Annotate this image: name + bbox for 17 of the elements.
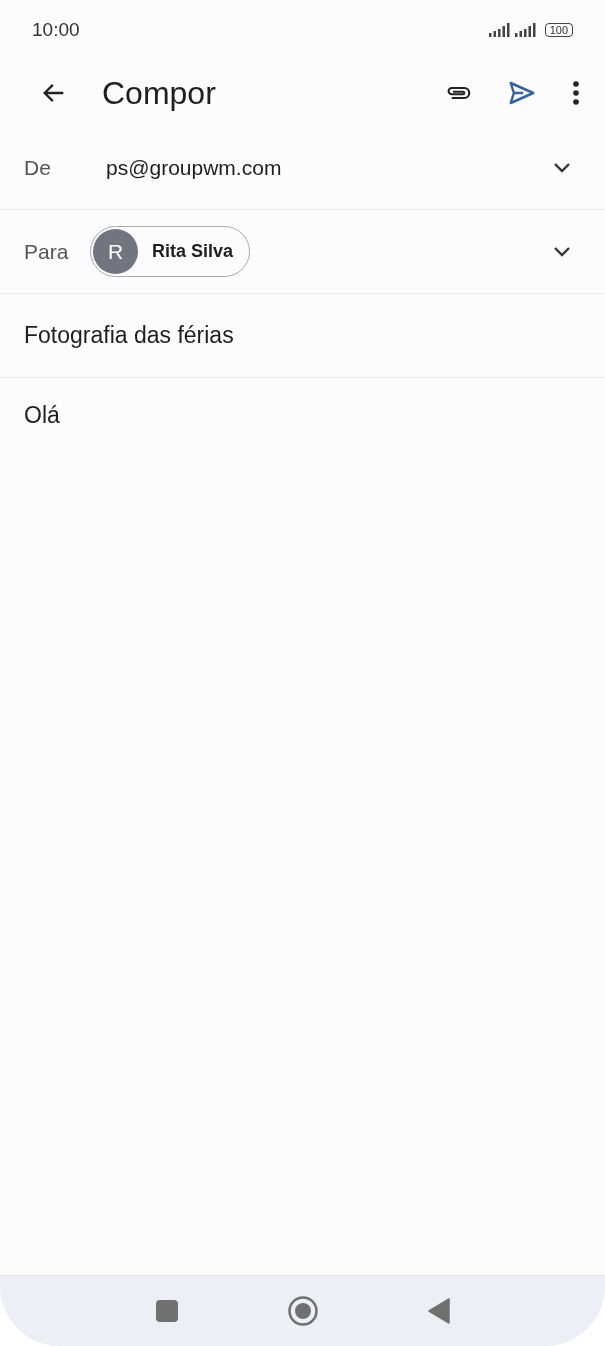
- battery-level: 100: [544, 23, 573, 37]
- signal-icon: [488, 23, 511, 37]
- subject-field[interactable]: Fotografia das férias: [24, 322, 234, 349]
- back-icon[interactable]: [427, 1298, 450, 1324]
- more-options-icon[interactable]: [571, 79, 581, 107]
- chevron-down-icon[interactable]: [553, 161, 571, 174]
- from-address[interactable]: ps@groupwm.com: [106, 155, 553, 180]
- signal-icon: [514, 23, 537, 37]
- avatar: R: [93, 229, 138, 274]
- message-body[interactable]: Olá: [24, 402, 60, 428]
- to-label: Para: [24, 239, 70, 264]
- screen-title: Compor: [102, 74, 217, 112]
- recents-icon[interactable]: [155, 1300, 178, 1322]
- status-time: 10:00: [32, 19, 80, 41]
- home-icon[interactable]: [287, 1296, 318, 1326]
- from-label: De: [24, 155, 52, 180]
- chevron-down-icon[interactable]: [553, 245, 571, 258]
